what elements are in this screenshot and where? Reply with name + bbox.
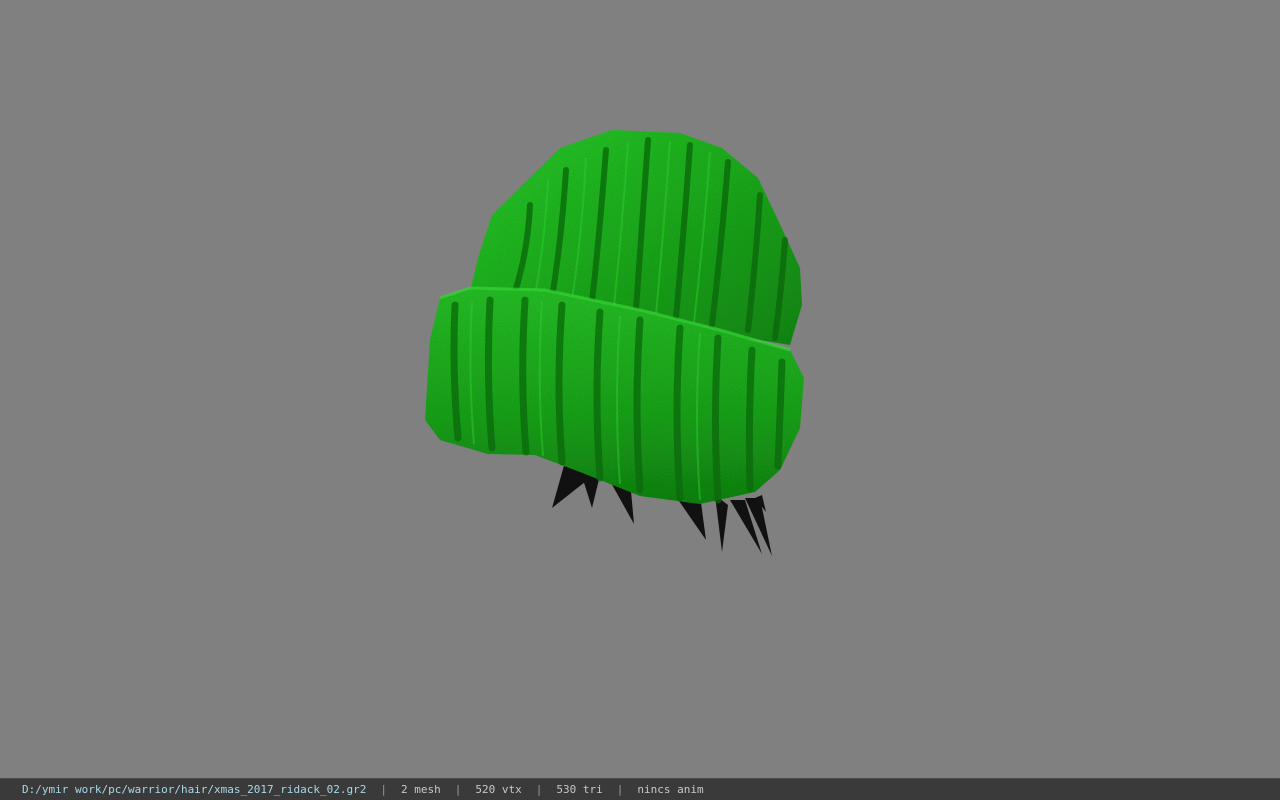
status-separator: | — [454, 783, 462, 796]
file-path-label: D:/ymir work/pc/warrior/hair/xmas_2017_r… — [22, 783, 367, 796]
mesh-count-label: 2 mesh — [401, 783, 441, 796]
animation-status-label: nincs anim — [637, 783, 704, 796]
beanie-model — [425, 130, 804, 556]
3d-viewport[interactable] — [0, 0, 1280, 778]
status-separator: | — [380, 783, 387, 796]
status-separator: | — [535, 783, 543, 796]
status-bar: D:/ymir work/pc/warrior/hair/xmas_2017_r… — [0, 778, 1280, 800]
vertex-count-label: 520 vtx — [475, 783, 522, 796]
status-separator: | — [616, 783, 624, 796]
triangle-count-label: 530 tri — [556, 783, 603, 796]
